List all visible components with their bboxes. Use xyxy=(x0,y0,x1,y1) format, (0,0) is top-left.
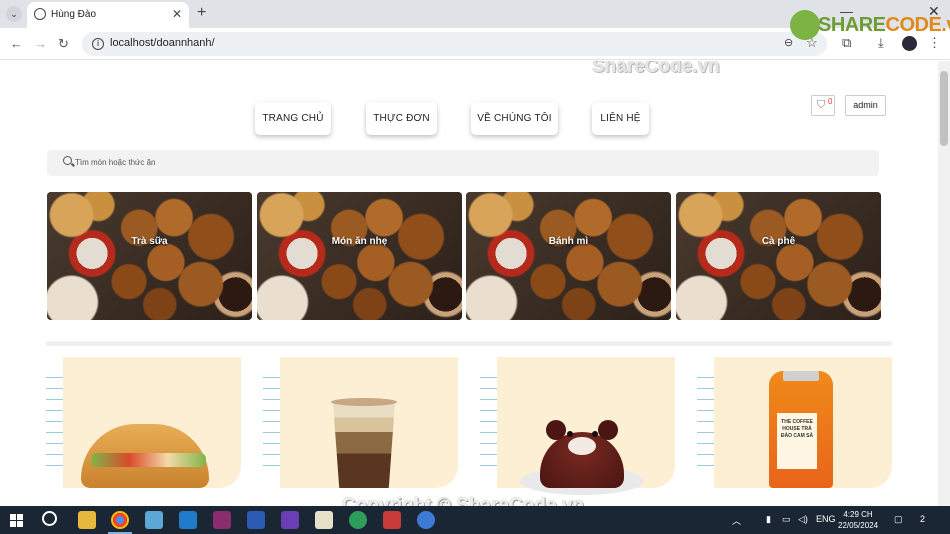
search-icon xyxy=(63,156,72,165)
nav-home[interactable]: TRANG CHỦ xyxy=(255,102,331,135)
bottle-label-text: THE COFFEE HOUSE TRÀ ĐÀO CAM SẢ xyxy=(780,419,814,439)
reload-icon[interactable]: ↻ xyxy=(58,36,69,52)
taskbar-search-icon[interactable] xyxy=(42,511,57,526)
watermark-top: ShareCode.vn xyxy=(592,61,720,77)
coffee-cup-rim xyxy=(331,398,397,406)
address-url[interactable]: localhost/doannhanh/ xyxy=(110,37,215,49)
category-image xyxy=(47,192,252,320)
profile-avatar[interactable] xyxy=(902,36,917,51)
bear-ear-right xyxy=(598,420,618,440)
scrollbar-thumb[interactable] xyxy=(940,71,948,146)
app-icon[interactable] xyxy=(383,511,401,529)
system-clock[interactable]: 4:29 CH 22/05/2024 xyxy=(838,509,878,531)
category-card-banh-mi[interactable]: Bánh mì xyxy=(466,192,671,320)
category-card-ca-phe[interactable]: Cà phê xyxy=(676,192,881,320)
chrome-icon[interactable] xyxy=(111,511,129,529)
decorative-lines xyxy=(46,377,64,477)
clock-date: 22/05/2024 xyxy=(838,521,879,530)
category-image xyxy=(257,192,462,320)
clock-time: 4:29 CH xyxy=(843,510,873,519)
taskbar: ︿ ▮ ▭ ◁) ENG 4:29 CH 22/05/2024 ▢ 2 xyxy=(0,506,950,534)
menu-dots-icon[interactable]: ⋮ xyxy=(928,35,941,51)
cart-count: 0 xyxy=(828,97,833,106)
product-card-tra-dao[interactable]: THE COFFEE HOUSE TRÀ ĐÀO CAM SẢ xyxy=(697,357,892,506)
cart-button[interactable]: ⛉ 0 xyxy=(811,95,835,116)
product-card-ca-phe[interactable] xyxy=(263,357,458,506)
category-label: Bánh mì xyxy=(548,236,589,247)
category-card-tra-sua[interactable]: Trà sữa xyxy=(47,192,252,320)
network-icon[interactable]: ▭ xyxy=(782,514,791,525)
app-icon[interactable] xyxy=(349,511,367,529)
app-icon[interactable] xyxy=(179,511,197,529)
file-explorer-icon[interactable] xyxy=(78,511,96,529)
notification-count: 2 xyxy=(920,514,926,524)
bear-eye-left xyxy=(567,431,573,437)
word-icon[interactable] xyxy=(247,511,265,529)
admin-button[interactable]: admin xyxy=(845,95,886,116)
volume-icon[interactable]: ◁) xyxy=(798,514,808,525)
extensions-icon[interactable]: ⧉ xyxy=(842,35,851,51)
tab-title: Hùng Đào xyxy=(51,9,97,20)
category-image xyxy=(466,192,671,320)
product-card-banh-ngot[interactable] xyxy=(480,357,675,506)
address-bar[interactable]: i localhost/doannhanh/ ⊖ ☆ xyxy=(82,32,827,56)
microphone-icon[interactable]: ▮ xyxy=(766,514,771,525)
back-arrow-icon[interactable]: ← xyxy=(10,36,23,51)
category-label: Cà phê xyxy=(761,236,796,247)
windows-start-icon[interactable] xyxy=(10,514,23,527)
app-icon[interactable] xyxy=(213,511,231,529)
page-scrollbar[interactable] xyxy=(938,61,950,506)
product-card-banh-mi[interactable] xyxy=(46,357,241,506)
tab-close-icon[interactable]: ✕ xyxy=(172,7,182,21)
info-icon[interactable]: i xyxy=(92,38,104,50)
decorative-lines xyxy=(697,377,715,477)
section-divider xyxy=(46,341,892,346)
zoom-icon[interactable]: ⊖ xyxy=(784,36,793,49)
watermark-bottom: Copyright © ShareCode.vn xyxy=(342,495,585,506)
shopping-bag-icon: ⛉ xyxy=(817,99,826,111)
category-label: Món ăn nhẹ xyxy=(331,236,388,247)
nav-about[interactable]: VỀ CHÚNG TÔI xyxy=(471,102,558,135)
forward-arrow-icon[interactable]: → xyxy=(34,36,47,51)
app-icon[interactable] xyxy=(315,511,333,529)
globe-icon xyxy=(34,8,46,20)
bear-ear-left xyxy=(546,420,566,440)
category-image xyxy=(676,192,881,320)
banh-mi-filling xyxy=(91,453,206,467)
tab-search-dropdown-icon[interactable]: ⌄ xyxy=(6,6,22,22)
notification-icon[interactable]: ▢ xyxy=(894,514,903,525)
browser-tab[interactable]: Hùng Đào ✕ xyxy=(27,2,189,28)
logo-code-text: CODE.vn xyxy=(885,14,950,36)
search-placeholder[interactable]: Tìm món hoặc thức ăn xyxy=(75,158,156,167)
app-icon[interactable] xyxy=(417,511,435,529)
bear-face xyxy=(568,437,596,455)
nav-menu[interactable]: THỰC ĐƠN xyxy=(366,102,437,135)
category-card-mon-an-nhe[interactable]: Món ăn nhẹ xyxy=(257,192,462,320)
visual-studio-icon[interactable] xyxy=(281,511,299,529)
category-label: Trà sữa xyxy=(131,236,168,247)
decorative-lines xyxy=(263,377,281,477)
new-tab-button[interactable]: + xyxy=(197,4,206,22)
logo-share-text: SHARE xyxy=(818,14,886,36)
coffee-cup-image xyxy=(333,402,395,488)
tray-chevron-icon[interactable]: ︿ xyxy=(732,514,741,527)
page-viewport: ShareCode.vn TRANG CHỦ THỰC ĐƠN VỀ CHÚNG… xyxy=(0,61,938,506)
download-icon[interactable]: ⤓ xyxy=(878,35,884,51)
input-language[interactable]: ENG xyxy=(816,514,836,524)
bear-eye-right xyxy=(592,431,598,437)
photos-icon[interactable] xyxy=(145,511,163,529)
decorative-lines xyxy=(480,377,498,477)
nav-contact[interactable]: LIÊN HỆ xyxy=(592,102,649,135)
bottle-cap xyxy=(783,371,819,381)
search-bar[interactable]: Tìm món hoặc thức ăn xyxy=(47,150,879,176)
sharecode-logo-icon xyxy=(790,10,820,40)
